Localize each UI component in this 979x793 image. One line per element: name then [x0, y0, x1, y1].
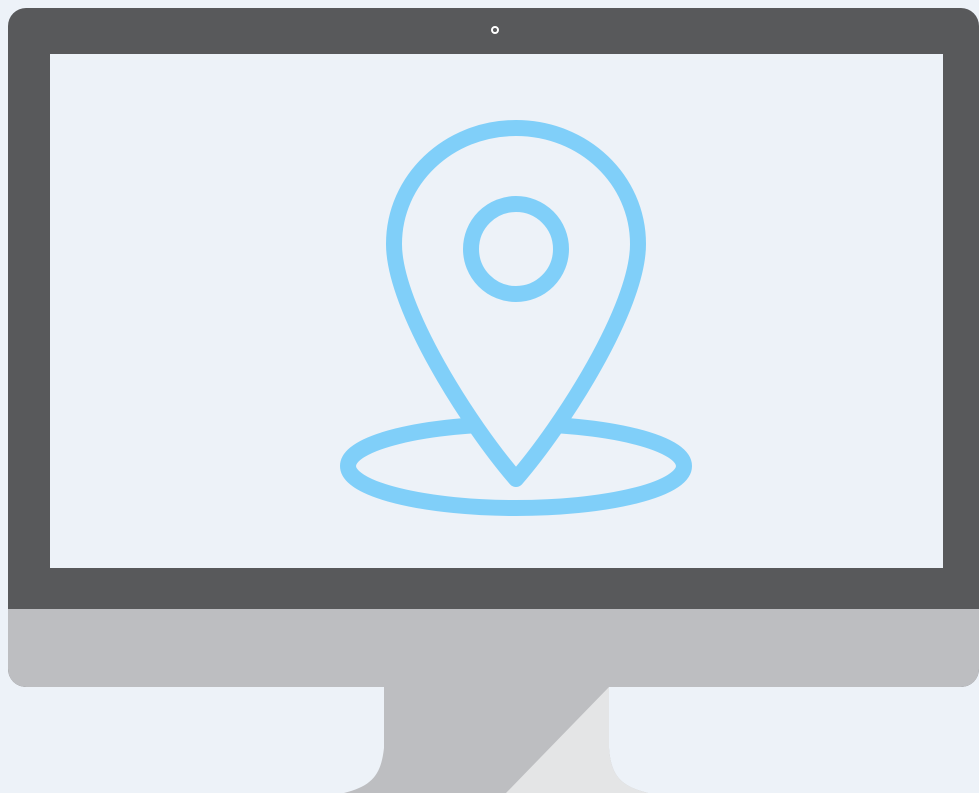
webcam-icon: [491, 26, 499, 34]
location-pin-icon: [340, 120, 692, 516]
desktop-monitor: [8, 8, 979, 687]
monitor-chin: [8, 609, 979, 687]
monitor-screen: [50, 54, 943, 568]
stand-neck: [344, 687, 648, 793]
stand-highlight: [506, 687, 648, 793]
monitor-illustration: [0, 0, 979, 793]
